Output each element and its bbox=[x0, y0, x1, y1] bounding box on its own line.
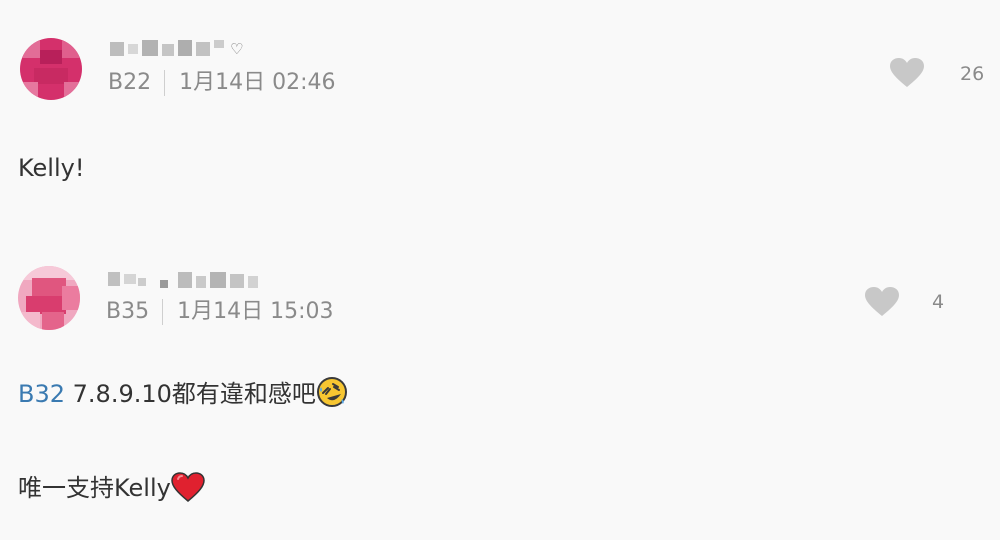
comment-text-line-1: 7.8.9.10都有違和感吧 bbox=[72, 380, 316, 408]
comment-text: Kelly! bbox=[18, 154, 85, 182]
username-pixelated[interactable] bbox=[108, 270, 268, 292]
comment-meta: B22 1月14日 02:46 bbox=[108, 70, 335, 96]
timestamp: 1月14日 02:46 bbox=[179, 70, 336, 95]
red-heart-icon bbox=[171, 472, 205, 509]
meta-divider bbox=[162, 299, 164, 325]
avatar[interactable] bbox=[18, 266, 80, 330]
comment-text: B32 7.8.9.10都有違和感吧 bbox=[18, 376, 348, 415]
avatar[interactable] bbox=[20, 38, 82, 100]
like-button[interactable] bbox=[865, 287, 899, 317]
comment-b35: B35 1月14日 15:03 4 B32 7.8.9.10都有違和感吧 唯一支持… bbox=[0, 250, 1000, 540]
like-count: 4 bbox=[932, 291, 945, 313]
like-button[interactable] bbox=[890, 58, 924, 88]
comment-text-line-2: 唯一支持Kelly bbox=[18, 472, 205, 509]
like-count: 26 bbox=[960, 63, 985, 85]
heart-icon bbox=[865, 287, 899, 316]
reply-floor-link[interactable]: B32 bbox=[18, 380, 65, 408]
rolling-on-floor-laughing-icon bbox=[316, 376, 348, 415]
comment-b22: ♡ B22 1月14日 02:46 26 Kelly! bbox=[0, 0, 1000, 220]
floor-number: B35 bbox=[106, 299, 150, 324]
timestamp: 1月14日 15:03 bbox=[177, 299, 334, 324]
heart-outline-icon: ♡ bbox=[230, 40, 244, 58]
meta-divider bbox=[164, 70, 166, 96]
comment-text-line-2-text: 唯一支持Kelly bbox=[18, 474, 171, 502]
floor-number: B22 bbox=[108, 70, 152, 95]
heart-icon bbox=[890, 58, 924, 87]
comment-meta: B35 1月14日 15:03 bbox=[106, 299, 333, 325]
username-pixelated[interactable]: ♡ bbox=[110, 38, 250, 60]
